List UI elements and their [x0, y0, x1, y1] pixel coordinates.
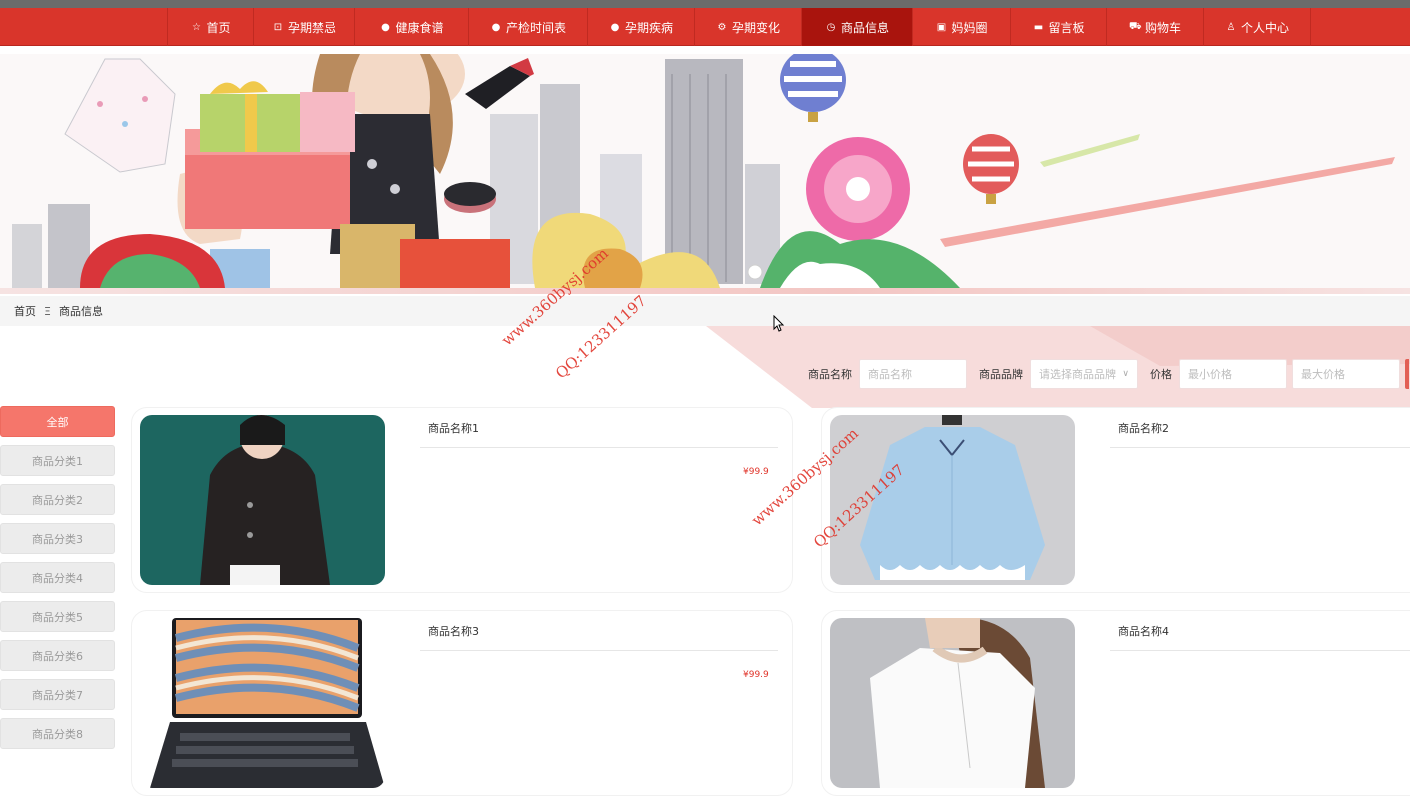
- search-filter-bar: 商品名称 商品名称 商品品牌 请选择商品品牌 ∨ 价格 最小价格 最大价格: [808, 359, 1409, 389]
- nav-item-label: 留言板: [1048, 20, 1085, 35]
- product-card[interactable]: 商品名称3 ¥99.9: [131, 610, 793, 796]
- brand-select[interactable]: 请选择商品品牌 ∨: [1030, 359, 1138, 389]
- price-label: 价格: [1150, 368, 1172, 381]
- nav-item-label: 健康食谱: [395, 20, 444, 35]
- category-item[interactable]: 商品分类4: [0, 562, 115, 593]
- mouse-cursor-icon: [773, 315, 785, 332]
- window-top-strip: [0, 0, 1410, 8]
- product-name-input[interactable]: 商品名称: [859, 359, 967, 389]
- product-title[interactable]: 商品名称4: [1110, 611, 1410, 651]
- nav-item-label: 孕期变化: [731, 20, 780, 35]
- product-image[interactable]: [140, 618, 385, 788]
- product-card[interactable]: 商品名称2: [821, 407, 1410, 593]
- truck-icon: ▬: [1033, 21, 1044, 33]
- product-title[interactable]: 商品名称1: [420, 408, 778, 448]
- breadcrumb-home[interactable]: 首页: [14, 303, 36, 319]
- chevron-down-icon: ∨: [1122, 369, 1129, 379]
- min-price-input[interactable]: 最小价格: [1179, 359, 1287, 389]
- product-name-label: 商品名称: [808, 368, 852, 381]
- nav-item[interactable]: ♙ 个人中心: [1203, 8, 1311, 46]
- nav-item[interactable]: ⊡ 孕期禁忌: [253, 8, 354, 46]
- nav-item-label: 个人中心: [1240, 20, 1289, 35]
- category-item[interactable]: 商品分类1: [0, 445, 115, 476]
- dot-icon: ●: [381, 21, 390, 33]
- bag-icon: ⊡: [273, 21, 283, 33]
- brand-label: 商品品牌: [979, 368, 1023, 381]
- category-item[interactable]: 商品分类6: [0, 640, 115, 671]
- circle-check-icon: ◷: [826, 21, 836, 33]
- nav-item[interactable]: ▣ 妈妈圈: [912, 8, 1010, 46]
- nav-item-label: 购物车: [1144, 20, 1181, 35]
- nav-menu: ☆ 首页 ⊡ 孕期禁忌 ● 健康食谱 ● 产检时间表 ● 孕期疾病 ⚙ 孕期变化 ◷ 商品信息 ▣ 妈妈圈 ▬ 留…: [167, 8, 1311, 46]
- breadcrumb-separator-icon: Ξ: [44, 304, 51, 318]
- product-card[interactable]: 商品名称4: [821, 610, 1410, 796]
- category-sidebar: 全部商品分类1 商品分类2 商品分类3 商品分类4 商品分类5 商品分类6 商品分类7 商品分…: [0, 406, 116, 757]
- brand-select-placeholder: 请选择商品品牌: [1039, 368, 1116, 381]
- nav-item[interactable]: ● 孕期疾病: [587, 8, 694, 46]
- breadcrumb: 首页 Ξ 商品信息: [0, 296, 1410, 326]
- dot-icon: ●: [491, 21, 501, 33]
- shopping-banner: [0, 54, 1410, 288]
- product-image[interactable]: [830, 618, 1075, 788]
- category-item[interactable]: 商品分类7: [0, 679, 115, 710]
- product-price: ¥99.9: [743, 670, 769, 680]
- category-item[interactable]: 商品分类8: [0, 718, 115, 749]
- category-item[interactable]: 商品分类5: [0, 601, 115, 632]
- settings-icon: ⚙: [717, 21, 727, 33]
- breadcrumb-current: 商品信息: [58, 305, 103, 318]
- nav-item[interactable]: ● 健康食谱: [354, 8, 468, 46]
- nav-item-label: 妈妈圈: [951, 20, 988, 35]
- nav-item-label: 首页: [206, 20, 231, 35]
- main-navbar: ☆ 首页 ⊡ 孕期禁忌 ● 健康食谱 ● 产检时间表 ● 孕期疾病 ⚙ 孕期变化 ◷ 商品信息 ▣ 妈妈圈 ▬ 留…: [0, 8, 1410, 46]
- nav-item-label: 孕期疾病: [624, 20, 673, 35]
- product-image[interactable]: [140, 415, 385, 585]
- nav-item[interactable]: ⚙ 孕期变化: [694, 8, 801, 46]
- product-title[interactable]: 商品名称2: [1110, 408, 1410, 448]
- nav-item[interactable]: ⛟ 购物车: [1106, 8, 1203, 46]
- product-card[interactable]: 商品名称1 ¥99.9: [131, 407, 793, 593]
- info-icon: ●: [610, 21, 620, 33]
- cart-icon: ⛟: [1128, 20, 1142, 32]
- category-item[interactable]: 商品分类3: [0, 523, 115, 554]
- nav-item-label: 产检时间表: [505, 20, 566, 35]
- search-button[interactable]: [1405, 359, 1409, 389]
- category-item[interactable]: 商品分类2: [0, 484, 115, 515]
- nav-item-label: 商品信息: [840, 20, 889, 35]
- banner-illustration: [12, 54, 1395, 288]
- nav-item[interactable]: ◷ 商品信息: [801, 8, 912, 46]
- nav-item[interactable]: ☆ 首页: [167, 8, 253, 46]
- banner-underline: [0, 288, 1410, 294]
- product-price: ¥99.9: [743, 467, 769, 477]
- nav-item[interactable]: ▬ 留言板: [1010, 8, 1106, 46]
- max-price-input[interactable]: 最大价格: [1292, 359, 1400, 389]
- user-icon: ♙: [1226, 21, 1236, 33]
- star-icon: ☆: [192, 21, 201, 33]
- camera-icon: ▣: [936, 21, 947, 33]
- product-title[interactable]: 商品名称3: [420, 611, 778, 651]
- nav-item-label: 孕期禁忌: [287, 20, 336, 35]
- category-all[interactable]: 全部: [0, 406, 115, 437]
- nav-item[interactable]: ● 产检时间表: [468, 8, 587, 46]
